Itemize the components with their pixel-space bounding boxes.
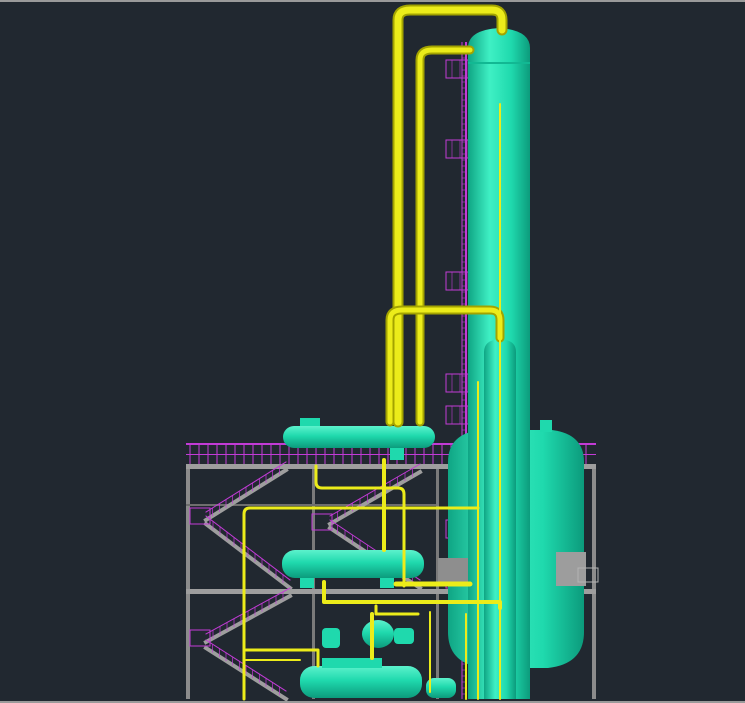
pump-skid (322, 620, 414, 648)
cad-viewport[interactable] (0, 0, 745, 703)
plant-3d-scene (186, 4, 599, 702)
